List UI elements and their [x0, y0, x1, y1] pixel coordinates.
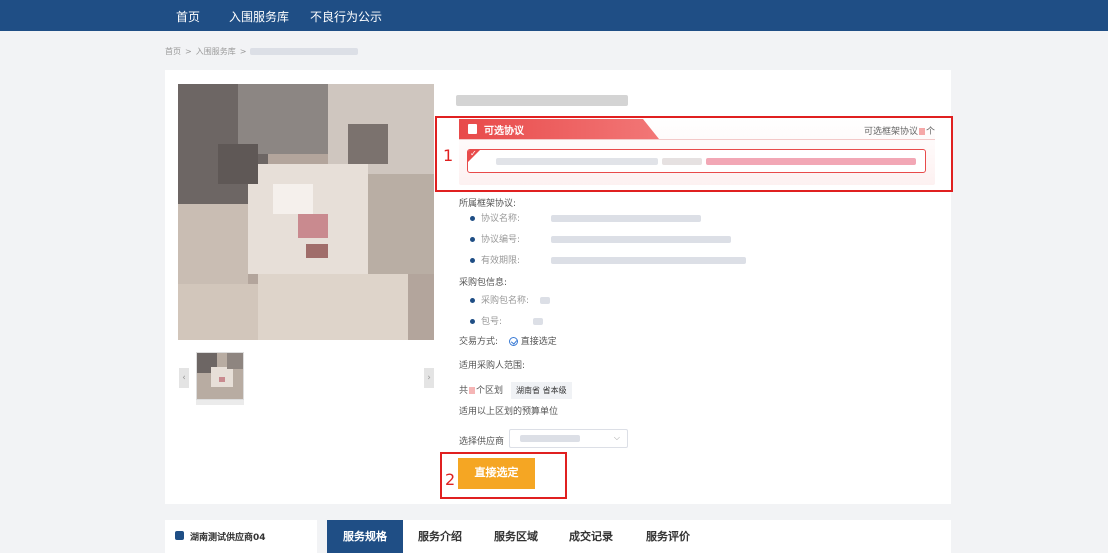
- check-circle-icon: [508, 337, 518, 346]
- supplier-card: 湖南测试供应商04: [165, 520, 317, 553]
- tab-transaction-records[interactable]: 成交记录: [569, 520, 613, 553]
- top-navigation: 首页 入围服务库 不良行为公示: [0, 0, 1108, 31]
- trade-method-row: 交易方式: 直接选定: [459, 334, 557, 347]
- package-info-label: 采购包信息:: [459, 278, 508, 288]
- nav-service-library[interactable]: 入围服务库: [229, 8, 289, 25]
- breadcrumb-current-redacted: [250, 48, 359, 55]
- annotation-box-1: [435, 116, 953, 192]
- package-number-label: 包号:: [481, 317, 503, 327]
- budget-unit-text: 适用以上区划的预算单位: [459, 407, 559, 417]
- package-name-label: 采购包名称:: [481, 296, 530, 306]
- supplier-select-label: 选择供应商: [459, 437, 505, 447]
- agreement-number-label: 协议编号:: [481, 235, 521, 245]
- agreement-number-value-redacted: [550, 236, 731, 243]
- annotation-number-2: 2: [445, 470, 456, 489]
- product-image: [178, 84, 434, 340]
- supplier-icon: [175, 531, 184, 540]
- breadcrumb-separator: >: [239, 47, 247, 56]
- bullet-icon: [470, 319, 475, 324]
- bullet-icon: [470, 237, 475, 242]
- package-name-row: 采购包名称:: [470, 293, 550, 306]
- tab-service-area[interactable]: 服务区域: [494, 520, 538, 553]
- service-tabs: 服务规格 服务介绍 服务区域 成交记录 服务评价: [327, 520, 951, 553]
- thumbnail-photo: [197, 353, 243, 399]
- breadcrumb-home[interactable]: 首页: [165, 47, 181, 56]
- validity-row: 有效期限:: [470, 253, 746, 266]
- tab-service-intro[interactable]: 服务介绍: [418, 520, 462, 553]
- agreement-name-row: 协议名称:: [470, 211, 701, 224]
- region-count-row: 共个区划 湖南省 省本级: [459, 382, 572, 399]
- bullet-icon: [470, 258, 475, 263]
- bullet-icon: [470, 216, 475, 221]
- buyer-scope-label: 适用采购人范围:: [459, 361, 526, 371]
- thumbnail-prev-arrow[interactable]: ‹: [179, 368, 189, 388]
- package-number-row: 包号:: [470, 314, 543, 327]
- trade-method-text: 直接选定: [520, 337, 557, 347]
- package-number-value-redacted: [532, 318, 543, 325]
- framework-agreement-label: 所属框架协议:: [459, 199, 517, 209]
- supplier-select-value-redacted: [520, 435, 580, 442]
- product-photo: [178, 84, 434, 340]
- tab-service-spec[interactable]: 服务规格: [327, 520, 403, 553]
- supplier-name[interactable]: 湖南测试供应商04: [190, 530, 266, 543]
- thumbnail-caption-redacted: [196, 400, 244, 405]
- breadcrumb-separator: >: [185, 47, 192, 56]
- package-name-value-redacted: [539, 297, 550, 304]
- chevron-down-icon: ⌵: [613, 433, 620, 442]
- validity-value-redacted: [550, 257, 746, 264]
- nav-bad-behavior[interactable]: 不良行为公示: [310, 8, 382, 25]
- thumbnail[interactable]: [196, 352, 244, 400]
- trade-method-label: 交易方式:: [459, 337, 499, 347]
- bullet-icon: [470, 298, 475, 303]
- annotation-box-2: [440, 452, 567, 499]
- region-tag: 湖南省 省本级: [511, 382, 572, 399]
- region-count-prefix: 共: [459, 386, 469, 396]
- nav-home[interactable]: 首页: [176, 8, 200, 25]
- validity-label: 有效期限:: [481, 256, 521, 266]
- agreement-name-label: 协议名称:: [481, 214, 521, 224]
- agreement-number-row: 协议编号:: [470, 232, 731, 245]
- breadcrumb-library[interactable]: 入围服务库: [196, 47, 236, 56]
- trade-method-value: 直接选定: [508, 337, 557, 347]
- tab-service-reviews[interactable]: 服务评价: [646, 520, 690, 553]
- thumbnail-next-arrow[interactable]: ›: [424, 368, 434, 388]
- product-title-redacted: [456, 90, 628, 109]
- region-count-suffix: 个区划: [476, 386, 504, 396]
- region-count-redacted: [469, 387, 476, 394]
- annotation-number-1: 1: [443, 146, 454, 165]
- supplier-select[interactable]: ⌵: [509, 429, 628, 448]
- agreement-name-value-redacted: [550, 215, 701, 222]
- breadcrumb: 首页 > 入围服务库 >: [165, 46, 359, 57]
